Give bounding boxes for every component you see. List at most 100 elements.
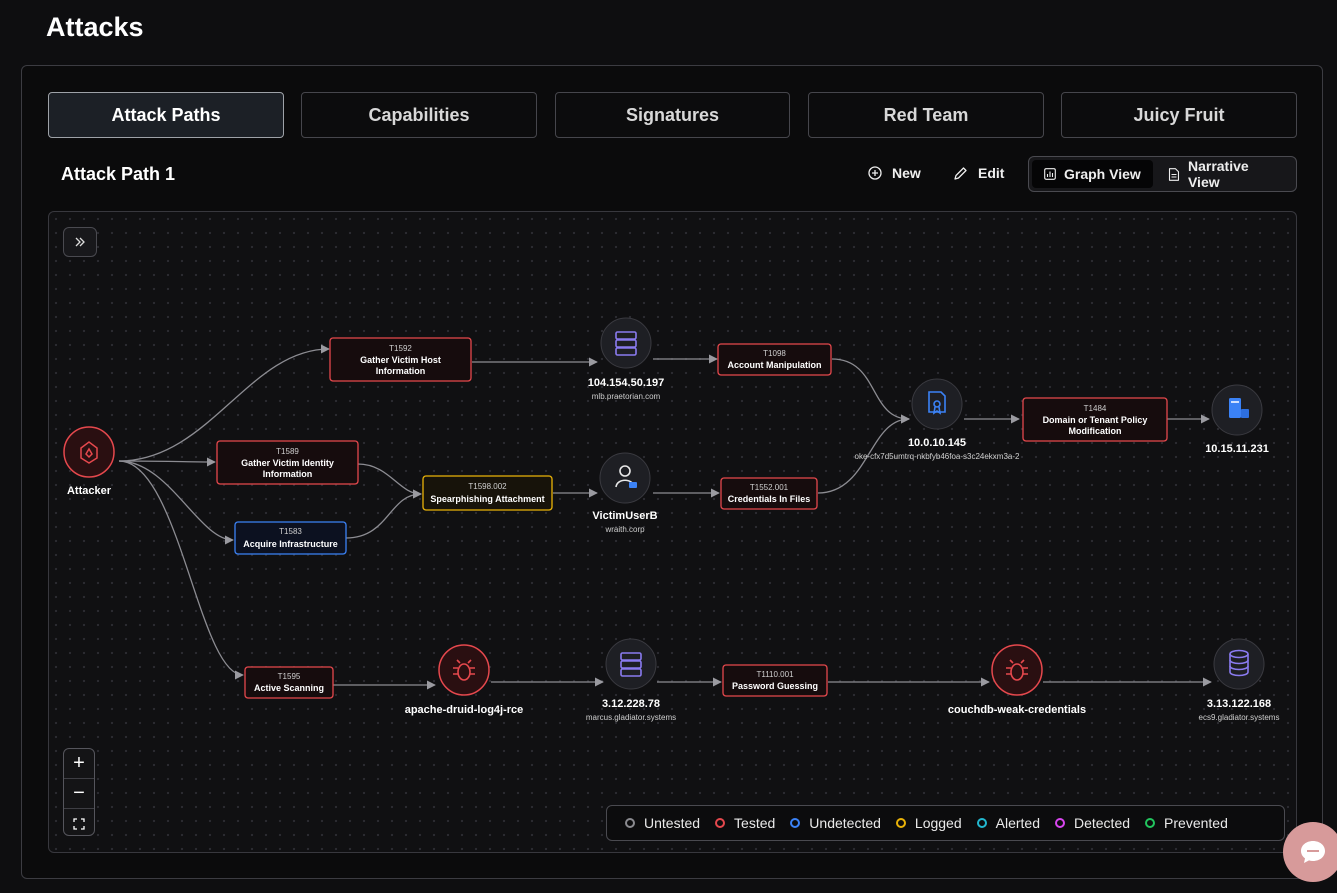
- legend-item-untested: Untested: [625, 815, 700, 831]
- narrative-view-label: Narrative View: [1187, 158, 1249, 190]
- asset-node-3-12-228-78[interactable]: 3.12.228.78 marcus.gladiator.systems: [586, 638, 676, 722]
- zoom-controls: + −: [63, 748, 95, 836]
- legend-dot: [625, 818, 635, 828]
- graph-view-label: Graph View: [1064, 166, 1141, 182]
- legend-item-logged: Logged: [895, 815, 962, 831]
- chevrons-right-icon: [75, 237, 85, 247]
- svg-text:Acquire Infrastructure: Acquire Infrastructure: [243, 539, 338, 549]
- vulnerability-node-apache-druid-log4j-rce[interactable]: apache-druid-log4j-rce: [405, 644, 524, 716]
- technique-node-t1110-001[interactable]: T1110.001 Password Guessing: [722, 664, 828, 697]
- legend-dot: [1054, 818, 1065, 828]
- technique-node-t1583[interactable]: T1583 Acquire Infrastructure: [234, 521, 347, 555]
- legend-item-tested: Tested: [715, 815, 775, 831]
- document-icon: [1168, 167, 1180, 181]
- bar-chart-icon: [1044, 168, 1056, 180]
- edit-button-label: Edit: [978, 165, 1005, 181]
- new-button-label: New: [892, 165, 921, 181]
- svg-text:10.0.10.145: 10.0.10.145: [908, 437, 966, 449]
- narrative-view-button[interactable]: Narrative View: [1156, 158, 1296, 190]
- svg-text:mlb.praetorian.com: mlb.praetorian.com: [592, 392, 661, 401]
- svg-text:oke-cfx7d5umtrq-nkbfyb46foa-s3: oke-cfx7d5umtrq-nkbfyb46foa-s3c24ekxm3a-…: [855, 452, 1021, 461]
- svg-text:Password Guessing: Password Guessing: [732, 681, 818, 691]
- fit-view-button[interactable]: [64, 809, 94, 838]
- svg-text:T1552.001: T1552.001: [750, 483, 789, 492]
- svg-text:T1583: T1583: [279, 527, 302, 536]
- technique-node-t1595[interactable]: T1595 Active Scanning: [244, 666, 334, 699]
- svg-text:ecs9.gladiator.systems: ecs9.gladiator.systems: [1199, 713, 1280, 722]
- svg-text:3.12.228.78: 3.12.228.78: [602, 698, 660, 710]
- svg-text:apache-druid-log4j-rce: apache-druid-log4j-rce: [405, 704, 524, 716]
- attack-path-title: Attack Path 1: [61, 164, 176, 184]
- svg-text:104.154.50.197: 104.154.50.197: [588, 377, 664, 389]
- svg-text:marcus.gladiator.systems: marcus.gladiator.systems: [586, 713, 676, 722]
- svg-text:3.13.122.168: 3.13.122.168: [1207, 698, 1271, 710]
- new-button[interactable]: New: [868, 165, 921, 181]
- zoom-in-button[interactable]: +: [64, 749, 94, 779]
- tab-juicy-fruit[interactable]: Juicy Fruit: [1061, 92, 1297, 138]
- svg-text:Gather Victim Host: Gather Victim Host: [360, 355, 441, 365]
- fullscreen-icon: [73, 817, 85, 830]
- svg-text:T1595: T1595: [278, 672, 301, 681]
- status-legend: Untested Tested Undetected Logged Alerte…: [606, 805, 1285, 841]
- plus-circle-icon: [868, 166, 882, 180]
- technique-node-t1484[interactable]: T1484 Domain or Tenant Policy Modificati…: [1022, 397, 1168, 442]
- legend-dot: [1145, 818, 1156, 828]
- expand-sidebar-button[interactable]: [63, 227, 97, 257]
- svg-text:couchdb-weak-credentials: couchdb-weak-credentials: [948, 704, 1086, 716]
- legend-label: Alerted: [995, 815, 1040, 831]
- svg-text:Spearphishing Attachment: Spearphishing Attachment: [430, 494, 544, 504]
- edit-button[interactable]: Edit: [953, 165, 1004, 181]
- tab-signatures[interactable]: Signatures: [555, 92, 790, 138]
- technique-node-t1598-002[interactable]: T1598.002 Spearphishing Attachment: [422, 475, 553, 511]
- legend-label: Prevented: [1164, 815, 1228, 831]
- legend-label: Undetected: [809, 815, 881, 831]
- asset-node-victimuserb[interactable]: VictimUserB wraith.corp: [592, 452, 658, 534]
- page-title: Attacks: [46, 12, 144, 42]
- zoom-out-button[interactable]: −: [64, 779, 94, 809]
- view-toggle: Graph View Narrative View: [1028, 156, 1297, 192]
- technique-node-t1589[interactable]: T1589 Gather Victim Identity Information: [216, 440, 359, 485]
- legend-dot: [790, 818, 801, 828]
- svg-text:T1589: T1589: [276, 447, 299, 456]
- tab-red-team[interactable]: Red Team: [808, 92, 1044, 138]
- svg-text:T1098: T1098: [763, 349, 786, 358]
- svg-text:Information: Information: [263, 469, 313, 479]
- tab-capabilities[interactable]: Capabilities: [301, 92, 537, 138]
- chat-button[interactable]: [1283, 822, 1337, 882]
- legend-item-prevented: Prevented: [1145, 815, 1228, 831]
- legend-label: Logged: [914, 815, 962, 831]
- asset-node-10-0-10-145[interactable]: 10.0.10.145 oke-cfx7d5umtrq-nkbfyb46foa-…: [855, 378, 1021, 461]
- asset-node-10-15-11-231[interactable]: 10.15.11.231: [1205, 384, 1269, 455]
- svg-text:Modification: Modification: [1069, 426, 1122, 436]
- legend-label: Tested: [734, 815, 776, 831]
- legend-dot: [976, 818, 987, 828]
- attacker-label: Attacker: [67, 485, 112, 497]
- svg-text:T1484: T1484: [1084, 404, 1107, 413]
- graph-view-button[interactable]: Graph View: [1032, 160, 1153, 188]
- asset-node-3-13-122-168[interactable]: 3.13.122.168 ecs9.gladiator.systems: [1199, 638, 1280, 722]
- vulnerability-node-couchdb-weak-credentials[interactable]: couchdb-weak-credentials: [948, 644, 1086, 716]
- svg-text:Credentials In Files: Credentials In Files: [728, 494, 811, 504]
- svg-text:T1592: T1592: [389, 344, 412, 353]
- legend-dot: [895, 818, 906, 828]
- svg-text:Account Manipulation: Account Manipulation: [728, 360, 822, 370]
- tab-attack-paths[interactable]: Attack Paths: [48, 92, 284, 138]
- svg-text:wraith.corp: wraith.corp: [604, 525, 645, 534]
- svg-text:VictimUserB: VictimUserB: [592, 510, 657, 522]
- technique-node-t1098[interactable]: T1098 Account Manipulation: [717, 343, 832, 376]
- chat-bubble-icon: [1301, 841, 1325, 863]
- technique-node-t1592[interactable]: T1592 Gather Victim Host Information: [329, 337, 472, 382]
- technique-node-t1552-001[interactable]: T1552.001 Credentials In Files: [720, 477, 818, 510]
- attacker-node[interactable]: Attacker: [63, 426, 115, 497]
- svg-text:10.15.11.231: 10.15.11.231: [1205, 443, 1269, 455]
- legend-item-detected: Detected: [1054, 815, 1130, 831]
- attack-graph: Attacker T1592 Gather Victim Host Inform…: [63, 317, 1280, 722]
- legend-label: Untested: [644, 815, 701, 831]
- asset-node-104-154-50-197[interactable]: 104.154.50.197 mlb.praetorian.com: [588, 317, 664, 401]
- svg-text:Information: Information: [376, 366, 426, 376]
- pencil-icon: [954, 166, 967, 180]
- svg-text:Domain or Tenant Policy: Domain or Tenant Policy: [1043, 415, 1148, 425]
- legend-item-undetected: Undetected: [790, 815, 881, 831]
- svg-text:Active Scanning: Active Scanning: [254, 683, 324, 693]
- attack-graph-canvas[interactable]: Attacker T1592 Gather Victim Host Inform…: [48, 211, 1297, 853]
